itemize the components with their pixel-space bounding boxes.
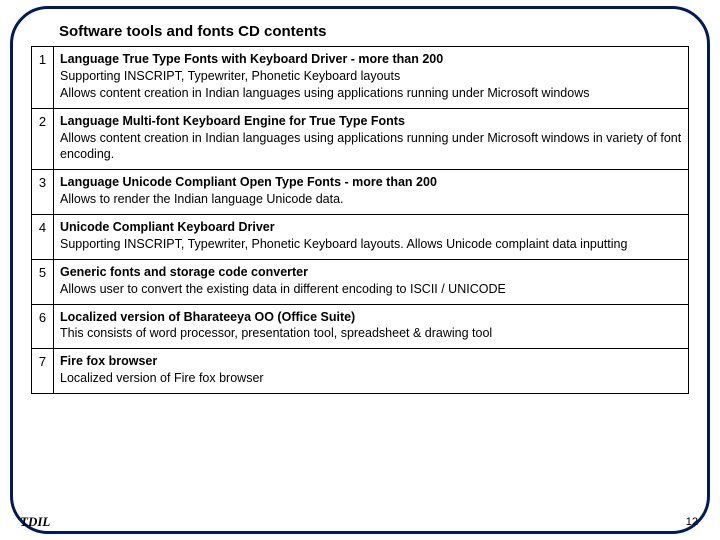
table-row: 4 Unicode Compliant Keyboard Driver Supp… [32,215,689,260]
page-title: Software tools and fonts CD contents [31,23,689,46]
row-number: 3 [32,170,54,215]
row-number: 7 [32,349,54,394]
row-content: Language Unicode Compliant Open Type Fon… [54,170,689,215]
table-row: 7 Fire fox browser Localized version of … [32,349,689,394]
row-content: Language True Type Fonts with Keyboard D… [54,47,689,109]
row-heading: Fire fox browser [60,354,157,368]
table-row: 3 Language Unicode Compliant Open Type F… [32,170,689,215]
row-number: 1 [32,47,54,109]
row-line: Allows to render the Indian language Uni… [60,192,344,206]
table-row: 2 Language Multi-font Keyboard Engine fo… [32,108,689,170]
row-line: Allows user to convert the existing data… [60,282,506,296]
row-number: 4 [32,215,54,260]
slide-frame: Software tools and fonts CD contents 1 L… [10,6,710,534]
row-content: Unicode Compliant Keyboard Driver Suppor… [54,215,689,260]
row-heading: Unicode Compliant Keyboard Driver [60,220,275,234]
row-content: Generic fonts and storage code converter… [54,259,689,304]
row-number: 5 [32,259,54,304]
row-content: Fire fox browser Localized version of Fi… [54,349,689,394]
row-heading: Localized version of Bharateeya OO (Offi… [60,310,355,324]
row-heading: Language Unicode Compliant Open Type Fon… [60,175,437,189]
row-line: Allows content creation in Indian langua… [60,86,589,100]
table-row: 1 Language True Type Fonts with Keyboard… [32,47,689,109]
footer-brand: TDIL [20,514,50,530]
row-content: Localized version of Bharateeya OO (Offi… [54,304,689,349]
table-row: 6 Localized version of Bharateeya OO (Of… [32,304,689,349]
row-number: 2 [32,108,54,170]
row-heading: Language True Type Fonts with Keyboard D… [60,52,443,66]
row-line: Supporting INSCRIPT, Typewriter, Phoneti… [60,237,627,251]
row-line: Localized version of Fire fox browser [60,371,264,385]
row-line: Allows content creation in Indian langua… [60,131,681,162]
row-heading: Generic fonts and storage code converter [60,265,308,279]
row-number: 6 [32,304,54,349]
table-row: 5 Generic fonts and storage code convert… [32,259,689,304]
contents-table: 1 Language True Type Fonts with Keyboard… [31,46,689,394]
row-line: This consists of word processor, present… [60,326,492,340]
page-number: 12 [686,516,698,528]
row-content: Language Multi-font Keyboard Engine for … [54,108,689,170]
row-line: Supporting INSCRIPT, Typewriter, Phoneti… [60,69,400,83]
row-heading: Language Multi-font Keyboard Engine for … [60,114,405,128]
